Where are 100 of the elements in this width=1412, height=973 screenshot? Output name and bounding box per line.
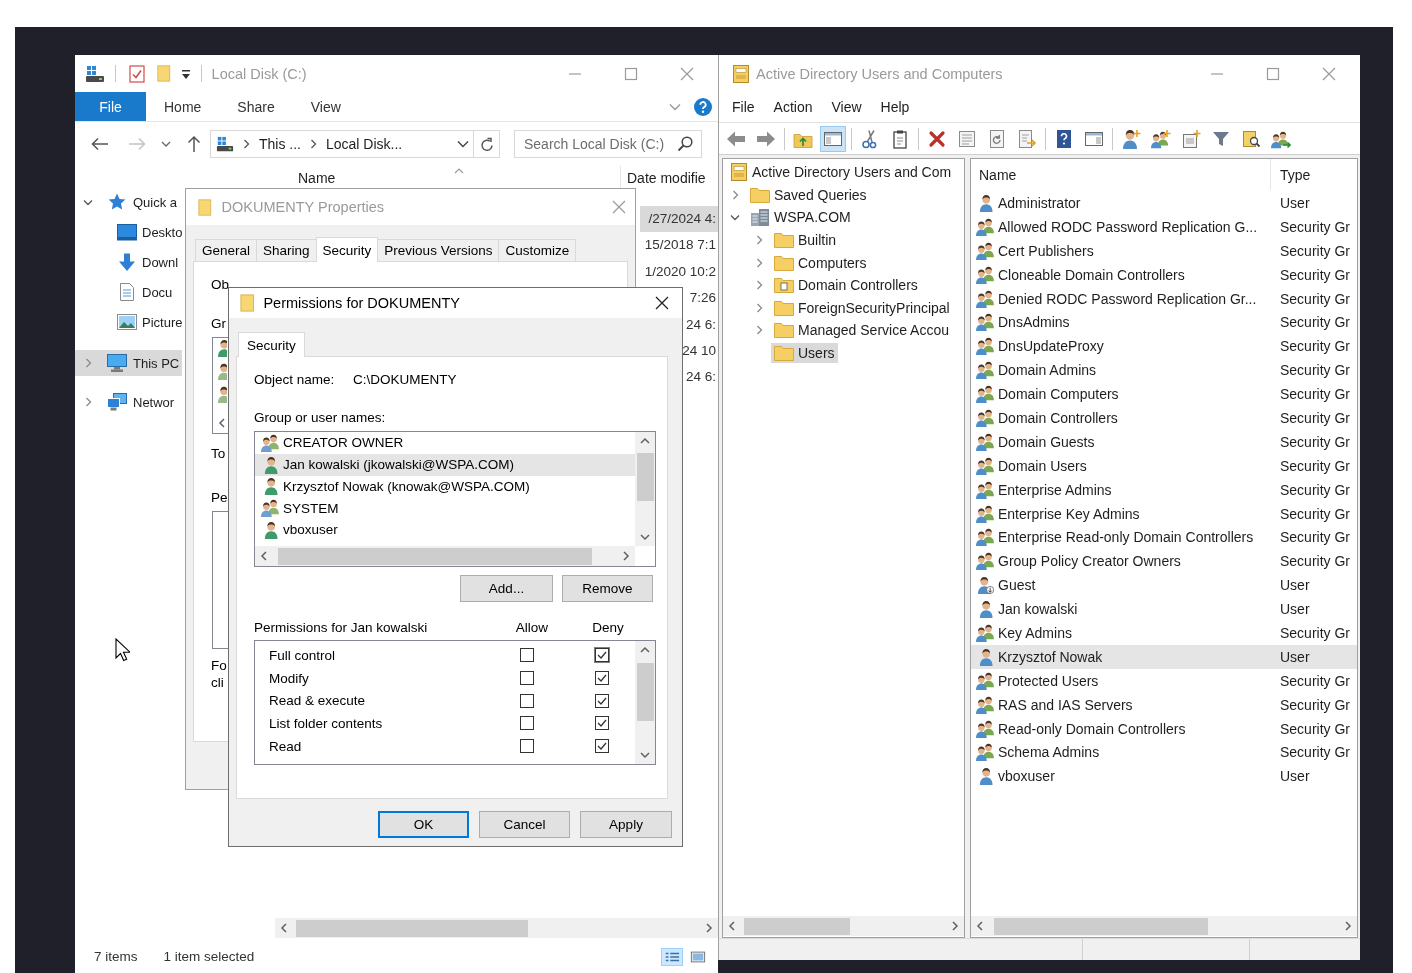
scrollbar-thumb[interactable] xyxy=(636,663,654,721)
list-item[interactable]: Protected Users xyxy=(971,668,1271,693)
scroll-right-icon[interactable] xyxy=(951,921,959,931)
list-item[interactable]: Domain Users xyxy=(971,453,1271,478)
scroll-right-icon[interactable] xyxy=(705,923,713,933)
tab[interactable]: Security xyxy=(238,332,305,357)
scroll-right-icon[interactable] xyxy=(622,551,630,561)
checkbox[interactable] xyxy=(594,670,610,687)
list-item[interactable]: Cloneable Domain Controllers xyxy=(971,262,1271,287)
checkbox[interactable] xyxy=(594,715,610,732)
nav-item[interactable]: This PC xyxy=(75,350,183,376)
list-item[interactable]: Domain Admins xyxy=(971,358,1271,383)
list-item[interactable]: Allowed RODC Password Replication G... xyxy=(971,214,1271,239)
checkbox[interactable] xyxy=(519,715,535,732)
scroll-left-icon[interactable] xyxy=(280,923,288,933)
list-item[interactable]: Read-only Domain Controllers xyxy=(971,716,1271,741)
maximize-icon[interactable] xyxy=(624,66,638,81)
horizontal-scrollbar[interactable] xyxy=(255,546,635,566)
up-arrow-icon[interactable] xyxy=(187,135,201,153)
file-menu-tab[interactable]: File xyxy=(75,92,146,121)
list-item[interactable]: Administrator xyxy=(971,191,1271,215)
chevron-right-icon[interactable] xyxy=(755,302,763,313)
list-item[interactable]: Cert Publishers xyxy=(971,238,1271,263)
toolbar-button[interactable] xyxy=(820,125,846,152)
list-item[interactable]: vboxuser xyxy=(255,519,635,541)
vertical-scrollbar[interactable] xyxy=(635,641,655,764)
chevron-right-icon[interactable] xyxy=(755,280,763,291)
menu-item[interactable]: View xyxy=(831,99,862,115)
scroll-up-icon[interactable] xyxy=(640,646,650,654)
list-item[interactable]: Domain Controllers xyxy=(971,406,1271,430)
list-item[interactable]: Enterprise Key Admins xyxy=(971,501,1271,526)
list-item[interactable]: Domain Computers xyxy=(971,382,1271,406)
ribbon-tab[interactable]: View xyxy=(292,92,359,121)
checkbox[interactable] xyxy=(519,692,535,709)
dropdown-arrow-icon[interactable] xyxy=(180,67,191,80)
chevron-right-icon[interactable] xyxy=(243,139,250,149)
list-item[interactable]: Jan kowalski (jkowalski@WSPA.COM) xyxy=(255,453,635,476)
scroll-down-icon[interactable] xyxy=(640,533,650,541)
list-item[interactable]: Key Admins xyxy=(971,621,1271,645)
chevron-down-icon[interactable] xyxy=(161,141,171,147)
nav-item[interactable]: Downl xyxy=(75,247,182,277)
menu-item[interactable]: File xyxy=(732,99,755,115)
ribbon-tab[interactable]: Home xyxy=(146,92,220,121)
maximize-icon[interactable] xyxy=(1266,66,1280,81)
list-item[interactable]: Krzysztof Nowak (knowak@WSPA.COM) xyxy=(255,475,635,498)
list-item[interactable]: Enterprise Read-only Domain Controllers xyxy=(971,525,1271,550)
list-item[interactable]: Krzysztof Nowak xyxy=(971,644,1271,669)
tab[interactable]: General xyxy=(195,239,258,261)
list-item[interactable]: Group Policy Creator Owners xyxy=(971,549,1271,574)
cancel-button[interactable]: Cancel xyxy=(479,811,570,838)
tree-item[interactable]: Users xyxy=(771,343,838,364)
scroll-left-icon[interactable] xyxy=(728,921,736,931)
tree-item[interactable]: ForeignSecurityPrincipal xyxy=(771,297,953,318)
list-item[interactable]: Enterprise Admins xyxy=(971,477,1271,502)
chevron-right-icon[interactable] xyxy=(755,257,763,268)
drive-icon[interactable] xyxy=(85,64,105,83)
horizontal-scrollbar[interactable] xyxy=(971,916,1357,936)
nav-item[interactable]: Quick a xyxy=(75,187,181,217)
add-button[interactable]: Add... xyxy=(460,575,553,602)
list-item[interactable]: DnsUpdateProxy xyxy=(971,334,1271,359)
search-field[interactable]: Search Local Disk (C:) xyxy=(514,130,702,158)
list-item[interactable]: Jan kowalski xyxy=(971,597,1271,622)
list-item[interactable]: Domain Guests xyxy=(971,429,1271,454)
tab[interactable]: Customize xyxy=(498,239,577,261)
list-item[interactable]: vboxuser xyxy=(971,764,1271,789)
list-item[interactable]: DnsAdmins xyxy=(971,310,1271,335)
scroll-right-icon[interactable] xyxy=(1344,921,1352,931)
list-item[interactable]: RAS and IAS Servers xyxy=(971,692,1271,717)
chevron-down-icon[interactable] xyxy=(730,214,740,221)
checkbox[interactable] xyxy=(519,738,535,755)
chevron-right-icon[interactable] xyxy=(84,397,92,407)
details-view-icon[interactable] xyxy=(661,947,683,966)
nav-item[interactable]: Deskto xyxy=(75,217,186,247)
scroll-down-icon[interactable] xyxy=(640,751,650,759)
scrollbar-thumb[interactable] xyxy=(744,917,850,935)
chevron-right-icon[interactable] xyxy=(310,139,317,149)
tree-item[interactable]: Active Directory Users and Com xyxy=(727,162,955,183)
checkbox[interactable] xyxy=(519,670,535,687)
column-header[interactable]: Name xyxy=(979,166,1017,183)
list-item[interactable]: Denied RODC Password Replication Gr... xyxy=(971,286,1271,311)
tree-item[interactable]: Builtin xyxy=(771,230,840,251)
remove-button[interactable]: Remove xyxy=(562,575,653,602)
scrollbar-thumb[interactable] xyxy=(994,917,1208,935)
horizontal-scrollbar[interactable] xyxy=(275,918,718,938)
chevron-right-icon[interactable] xyxy=(755,325,763,336)
scroll-left-icon[interactable] xyxy=(218,418,226,428)
tree-item[interactable]: Domain Controllers xyxy=(771,275,921,296)
tab[interactable]: Sharing xyxy=(256,239,317,261)
ribbon-tab[interactable]: Share xyxy=(219,92,293,121)
chevron-down-icon[interactable] xyxy=(83,198,93,206)
checkbox[interactable] xyxy=(594,692,610,709)
chevron-down-icon[interactable] xyxy=(457,140,469,148)
scrollbar-thumb[interactable] xyxy=(296,919,528,937)
list-item[interactable]: Schema Admins xyxy=(971,740,1271,765)
vertical-scrollbar[interactable] xyxy=(635,432,655,546)
scroll-up-icon[interactable] xyxy=(640,437,650,445)
list-item[interactable]: Guest xyxy=(971,573,1271,598)
help-icon[interactable] xyxy=(694,97,712,116)
column-header[interactable]: Type xyxy=(1280,166,1311,183)
ok-button[interactable]: OK xyxy=(378,811,469,838)
